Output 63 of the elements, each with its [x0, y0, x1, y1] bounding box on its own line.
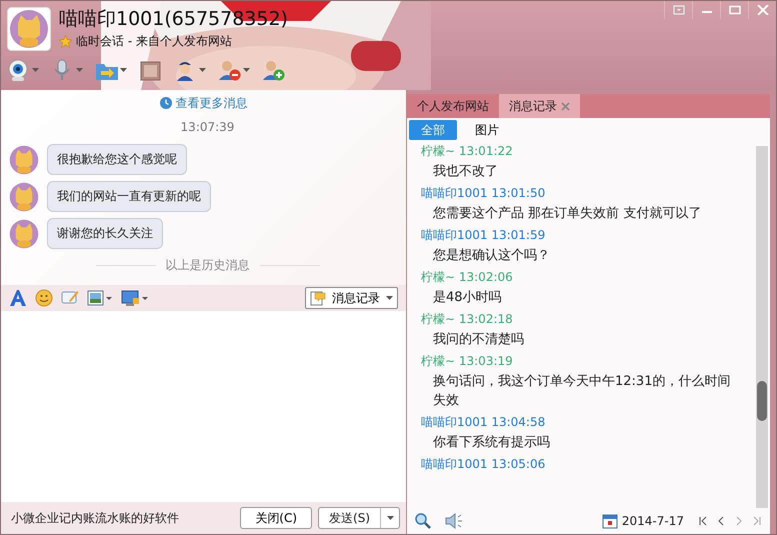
avatar: [9, 182, 39, 212]
filter-tab[interactable]: 全部: [409, 120, 457, 140]
message-text: 您是想确认这个吗？: [432, 247, 551, 265]
avatar[interactable]: [7, 7, 51, 51]
tab[interactable]: 个人发布网站: [407, 94, 499, 118]
message-text: 是48小时吗: [432, 289, 503, 307]
message-time: 13:07:39: [180, 120, 234, 134]
message-header: 喵喵印1001 13:04:58: [421, 414, 546, 431]
scrollbar-thumb[interactable]: [757, 381, 767, 421]
message-header: 柠檬~ 13:02:18: [421, 311, 514, 328]
frame-icon[interactable]: [139, 59, 162, 82]
session-subtitle: 临时会话 - 来自个人发布网站: [76, 33, 232, 50]
first-page-icon[interactable]: [698, 516, 708, 526]
avatar: [9, 144, 39, 174]
prev-page-icon[interactable]: [716, 516, 726, 526]
dropdown-menu-icon[interactable]: [672, 5, 684, 15]
star-icon: [59, 35, 72, 48]
last-page-icon[interactable]: [752, 516, 762, 526]
ad-link[interactable]: 小微企业记内账流水账的好软件: [11, 510, 234, 526]
speaker-icon[interactable]: [445, 513, 463, 529]
caret-icon[interactable]: [386, 516, 394, 520]
maximize-icon[interactable]: [728, 5, 740, 15]
caret-icon[interactable]: [243, 68, 250, 73]
message-text: 我问的不清楚吗: [432, 331, 525, 349]
message-header: 喵喵印1001 13:01:59: [421, 227, 546, 244]
message-history-button[interactable]: 消息记录: [305, 287, 398, 309]
font-icon[interactable]: [9, 289, 27, 307]
search-icon[interactable]: [415, 513, 431, 529]
date-label: 2014-7-17: [622, 514, 684, 528]
screen-capture-icon[interactable]: [121, 289, 149, 307]
calendar-icon[interactable]: [602, 513, 618, 529]
image-icon[interactable]: [87, 289, 113, 307]
chat-log-icon: [310, 290, 326, 306]
message-header: 柠檬~ 13:03:19: [421, 353, 514, 370]
message-header: 喵喵印1001 13:05:06: [421, 456, 546, 473]
message-bubble: 谢谢您的长久关注: [47, 218, 163, 249]
clock-icon: [160, 97, 172, 109]
tab[interactable]: 消息记录: [499, 94, 580, 118]
smiley-icon[interactable]: [35, 289, 53, 307]
message-input-field[interactable]: [1, 311, 406, 502]
webcam-icon[interactable]: [7, 59, 30, 82]
more-messages-link[interactable]: 查看更多消息: [176, 94, 248, 112]
message-header: 喵喵印1001 13:01:50: [421, 185, 546, 202]
remove-user-icon[interactable]: [218, 59, 241, 82]
window-title: 喵喵印1001(657578352): [59, 7, 288, 31]
message-bubble: 我们的网站一直有更新的呢: [47, 181, 211, 212]
scrollbar[interactable]: [756, 146, 768, 508]
message-text: 换句话问，我这个订单今天中午12:31的，什么时间失效: [432, 373, 732, 410]
message-text: 你看下系统有提示吗: [432, 434, 551, 452]
next-page-icon[interactable]: [734, 516, 744, 526]
message-text: 我也不改了: [432, 163, 499, 181]
caret-icon[interactable]: [120, 68, 127, 73]
message-bubble: 很抱歉给您这个感觉呢: [47, 144, 187, 175]
history-divider-label: 以上是历史消息: [166, 257, 250, 274]
close-button[interactable]: 关闭(C): [240, 507, 312, 529]
message-text: 您需要这个产品 那在订单失效前 支付就可以了: [432, 205, 702, 223]
caret-icon[interactable]: [199, 68, 206, 73]
message-header: 柠檬~ 13:01:22: [421, 143, 514, 160]
avatar: [9, 218, 39, 248]
filter-tab[interactable]: 图片: [463, 120, 511, 140]
message-header: 柠檬~ 13:02:06: [421, 269, 514, 286]
caret-icon: [386, 296, 393, 300]
add-user-icon[interactable]: [262, 59, 285, 82]
